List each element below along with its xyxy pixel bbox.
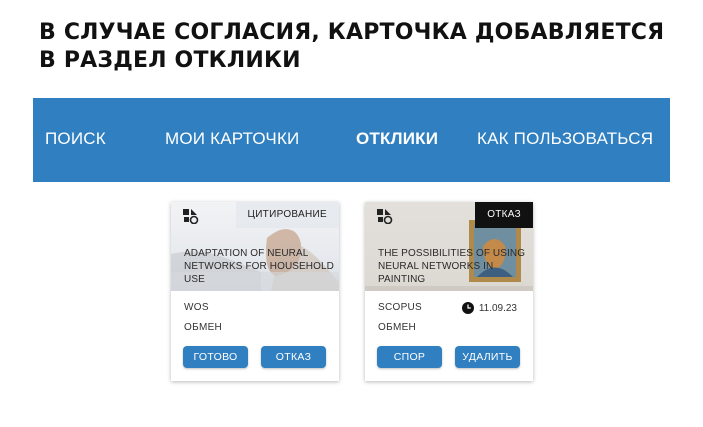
nav-item-my-cards[interactable]: МОИ КАРТОЧКИ: [165, 129, 299, 149]
card-cover-image: ОТКАЗ THE POSSIBILITIES OF USING NEURAL …: [365, 202, 533, 291]
card-date-text: 11.09.23: [478, 302, 517, 314]
done-button[interactable]: ГОТОВО: [183, 346, 248, 368]
reject-button[interactable]: ОТКАЗ: [261, 346, 326, 368]
response-card[interactable]: ОТКАЗ THE POSSIBILITIES OF USING NEURAL …: [365, 202, 533, 381]
card-title: ADAPTATION OF NEURAL NETWORKS FOR HOUSEH…: [184, 248, 334, 285]
card-title: THE POSSIBILITIES OF USING NEURAL NETWOR…: [378, 248, 526, 285]
dispute-button[interactable]: СПОР: [377, 346, 442, 368]
delete-button[interactable]: УДАЛИТЬ: [455, 346, 520, 368]
card-date: 11.09.23: [461, 302, 517, 314]
nav-item-how-to-use[interactable]: КАК ПОЛЬЗОВАТЬСЯ: [477, 129, 653, 149]
card-database: WOS: [184, 302, 209, 313]
shapes-logo-icon: [377, 209, 393, 224]
response-card[interactable]: ЦИТИРОВАНИЕ ADAPTATION OF NEURAL NETWORK…: [171, 202, 339, 381]
citation-tag: ЦИТИРОВАНИЕ: [235, 202, 339, 228]
main-navbar: ПОИСК МОИ КАРТОЧКИ ОТКЛИКИ КАК ПОЛЬЗОВАТ…: [33, 98, 670, 182]
nav-item-search[interactable]: ПОИСК: [45, 129, 106, 149]
nav-item-responses[interactable]: ОТКЛИКИ: [356, 129, 438, 149]
shapes-logo-icon: [183, 209, 199, 224]
heading-line-1: В СЛУЧАЕ СОГЛАСИЯ, КАРТОЧКА ДОБАВЛЯЕТСЯ: [39, 20, 665, 45]
heading-line-2: В РАЗДЕЛ ОТКЛИКИ: [39, 48, 301, 73]
card-cover-image: ЦИТИРОВАНИЕ ADAPTATION OF NEURAL NETWORK…: [171, 202, 339, 291]
rejected-tag: ОТКАЗ: [475, 202, 533, 228]
clock-icon: [461, 302, 474, 314]
card-database: SCOPUS: [378, 302, 423, 313]
card-type: ОБМЕН: [378, 322, 417, 333]
page-heading: В СЛУЧАЕ СОГЛАСИЯ, КАРТОЧКА ДОБАВЛЯЕТСЯ …: [39, 19, 689, 75]
card-type: ОБМЕН: [184, 322, 223, 333]
